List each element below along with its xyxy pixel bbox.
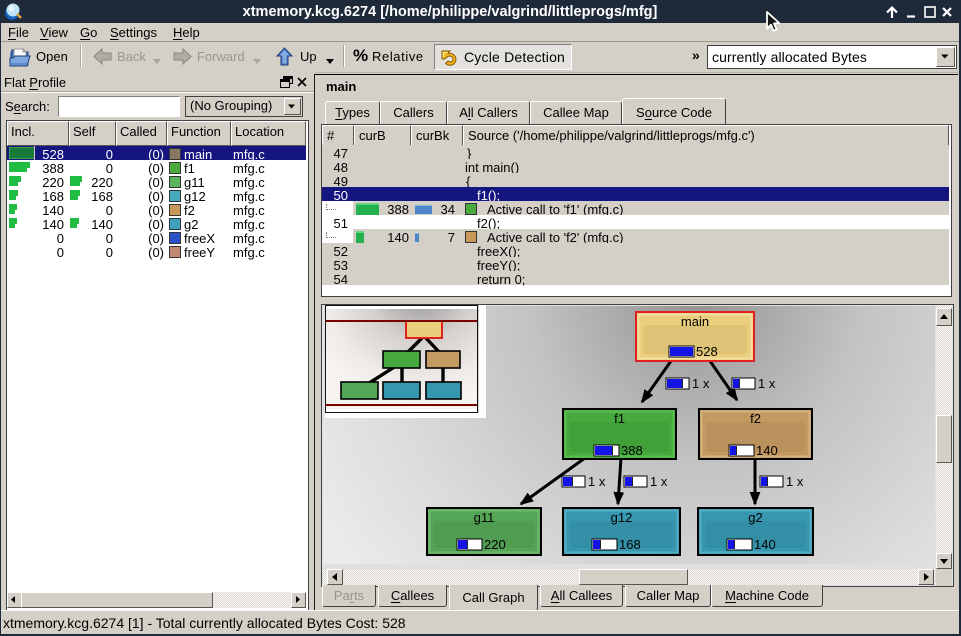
- svg-text:1 x: 1 x: [650, 474, 668, 489]
- svg-text:220: 220: [484, 537, 506, 552]
- svg-text:g2: g2: [748, 510, 762, 525]
- svg-text:g12: g12: [611, 510, 633, 525]
- svg-text:528: 528: [696, 344, 718, 359]
- svg-text:1 x: 1 x: [692, 376, 710, 391]
- svg-text:140: 140: [756, 443, 778, 458]
- svg-text:140: 140: [754, 537, 776, 552]
- svg-text:g11: g11: [474, 510, 495, 525]
- svg-text:1 x: 1 x: [758, 376, 776, 391]
- svg-text:1 x: 1 x: [588, 474, 606, 489]
- svg-text:168: 168: [619, 537, 641, 552]
- svg-text:f1: f1: [614, 411, 625, 426]
- svg-text:main: main: [681, 314, 709, 329]
- svg-text:388: 388: [621, 443, 643, 458]
- svg-text:f2: f2: [750, 411, 761, 426]
- svg-text:1 x: 1 x: [786, 474, 804, 489]
